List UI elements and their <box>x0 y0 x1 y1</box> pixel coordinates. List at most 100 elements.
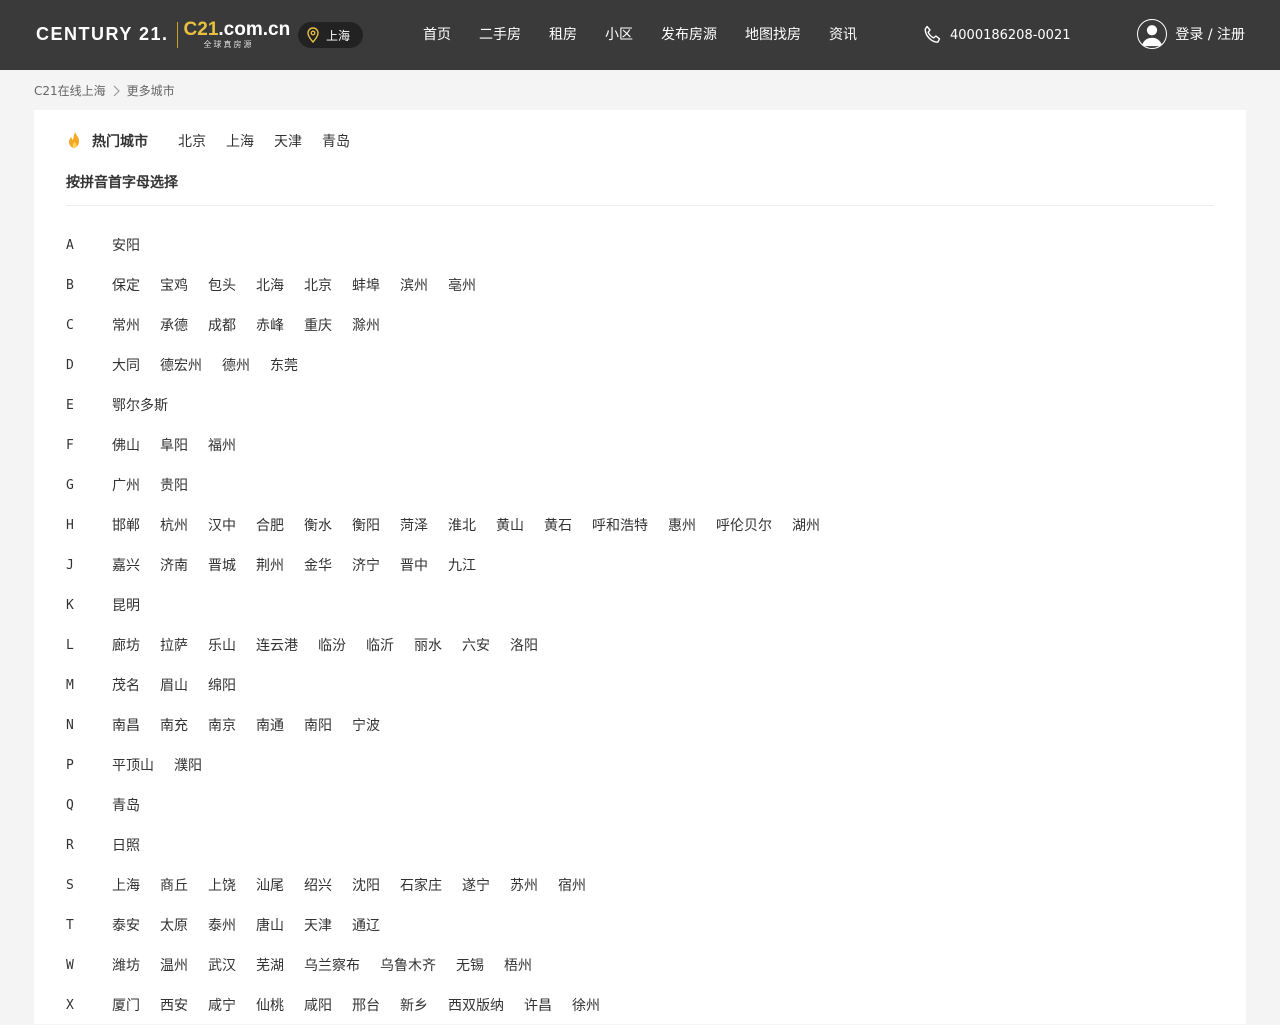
city-link[interactable]: 北京 <box>304 275 332 295</box>
city-link[interactable]: 宁波 <box>352 715 380 735</box>
city-link[interactable]: 南通 <box>256 715 284 735</box>
hot-city-link[interactable]: 北京 <box>178 131 206 151</box>
city-link[interactable]: 太原 <box>160 915 188 935</box>
city-link[interactable]: 西安 <box>160 995 188 1015</box>
nav-item[interactable]: 资讯 <box>815 0 871 70</box>
city-link[interactable]: 咸阳 <box>304 995 332 1015</box>
city-link[interactable]: 日照 <box>112 835 140 855</box>
city-link[interactable]: 亳州 <box>448 275 476 295</box>
city-link[interactable]: 青岛 <box>112 795 140 815</box>
city-link[interactable]: 邢台 <box>352 995 380 1015</box>
city-link[interactable]: 保定 <box>112 275 140 295</box>
city-link[interactable]: 芜湖 <box>256 955 284 975</box>
city-link[interactable]: 蚌埠 <box>352 275 380 295</box>
city-link[interactable]: 茂名 <box>112 675 140 695</box>
city-link[interactable]: 成都 <box>208 315 236 335</box>
city-link[interactable]: 汉中 <box>208 515 236 535</box>
city-link[interactable]: 廊坊 <box>112 635 140 655</box>
city-link[interactable]: 宝鸡 <box>160 275 188 295</box>
city-link[interactable]: 拉萨 <box>160 635 188 655</box>
city-link[interactable]: 赤峰 <box>256 315 284 335</box>
city-link[interactable]: 仙桃 <box>256 995 284 1015</box>
breadcrumb-home-link[interactable]: C21在线上海 <box>34 82 106 99</box>
city-link[interactable]: 黄石 <box>544 515 572 535</box>
city-link[interactable]: 连云港 <box>256 635 298 655</box>
city-link[interactable]: 宿州 <box>558 875 586 895</box>
city-link[interactable]: 济宁 <box>352 555 380 575</box>
city-link[interactable]: 济南 <box>160 555 188 575</box>
city-link[interactable]: 惠州 <box>668 515 696 535</box>
city-link[interactable]: 阜阳 <box>160 435 188 455</box>
city-link[interactable]: 无锡 <box>456 955 484 975</box>
city-link[interactable]: 武汉 <box>208 955 236 975</box>
city-link[interactable]: 衡阳 <box>352 515 380 535</box>
city-link[interactable]: 乐山 <box>208 635 236 655</box>
city-link[interactable]: 临汾 <box>318 635 346 655</box>
city-link[interactable]: 晋城 <box>208 555 236 575</box>
city-link[interactable]: 荆州 <box>256 555 284 575</box>
city-link[interactable]: 杭州 <box>160 515 188 535</box>
city-link[interactable]: 菏泽 <box>400 515 428 535</box>
city-link[interactable]: 商丘 <box>160 875 188 895</box>
city-link[interactable]: 昆明 <box>112 595 140 615</box>
city-link[interactable]: 南昌 <box>112 715 140 735</box>
city-link[interactable]: 湖州 <box>792 515 820 535</box>
city-link[interactable]: 黄山 <box>496 515 524 535</box>
city-link[interactable]: 遂宁 <box>462 875 490 895</box>
city-link[interactable]: 唐山 <box>256 915 284 935</box>
city-link[interactable]: 淮北 <box>448 515 476 535</box>
city-link[interactable]: 广州 <box>112 475 140 495</box>
city-link[interactable]: 乌兰察布 <box>304 955 360 975</box>
city-link[interactable]: 上饶 <box>208 875 236 895</box>
city-link[interactable]: 绵阳 <box>208 675 236 695</box>
city-link[interactable]: 濮阳 <box>174 755 202 775</box>
city-link[interactable]: 滁州 <box>352 315 380 335</box>
nav-item[interactable]: 地图找房 <box>731 0 815 70</box>
city-link[interactable]: 合肥 <box>256 515 284 535</box>
city-link[interactable]: 衡水 <box>304 515 332 535</box>
city-link[interactable]: 天津 <box>304 915 332 935</box>
city-link[interactable]: 晋中 <box>400 555 428 575</box>
city-link[interactable]: 南充 <box>160 715 188 735</box>
city-link[interactable]: 西双版纳 <box>448 995 504 1015</box>
nav-item[interactable]: 小区 <box>591 0 647 70</box>
nav-item[interactable]: 租房 <box>535 0 591 70</box>
city-link[interactable]: 洛阳 <box>510 635 538 655</box>
city-link[interactable]: 梧州 <box>504 955 532 975</box>
city-link[interactable]: 邯郸 <box>112 515 140 535</box>
city-link[interactable]: 上海 <box>112 875 140 895</box>
city-link[interactable]: 泰州 <box>208 915 236 935</box>
city-link[interactable]: 金华 <box>304 555 332 575</box>
city-link[interactable]: 眉山 <box>160 675 188 695</box>
city-link[interactable]: 呼和浩特 <box>592 515 648 535</box>
city-link[interactable]: 乌鲁木齐 <box>380 955 436 975</box>
city-link[interactable]: 通辽 <box>352 915 380 935</box>
nav-item[interactable]: 首页 <box>409 0 465 70</box>
hot-city-link[interactable]: 天津 <box>274 131 302 151</box>
city-link[interactable]: 承德 <box>160 315 188 335</box>
site-logo[interactable]: CENTURY 21. C21.com.cn 全球真房源 <box>36 20 290 49</box>
city-link[interactable]: 滨州 <box>400 275 428 295</box>
city-link[interactable]: 常州 <box>112 315 140 335</box>
nav-item[interactable]: 发布房源 <box>647 0 731 70</box>
city-link[interactable]: 北海 <box>256 275 284 295</box>
city-link[interactable]: 临沂 <box>366 635 394 655</box>
city-link[interactable]: 绍兴 <box>304 875 332 895</box>
city-link[interactable]: 许昌 <box>524 995 552 1015</box>
city-link[interactable]: 佛山 <box>112 435 140 455</box>
city-link[interactable]: 德宏州 <box>160 355 202 375</box>
city-link[interactable]: 苏州 <box>510 875 538 895</box>
city-link[interactable]: 东莞 <box>270 355 298 375</box>
city-link[interactable]: 六安 <box>462 635 490 655</box>
nav-item[interactable]: 二手房 <box>465 0 535 70</box>
city-link[interactable]: 重庆 <box>304 315 332 335</box>
city-link[interactable]: 丽水 <box>414 635 442 655</box>
hot-city-link[interactable]: 青岛 <box>322 131 350 151</box>
city-switcher[interactable]: 上海 <box>298 22 363 48</box>
city-link[interactable]: 石家庄 <box>400 875 442 895</box>
city-link[interactable]: 九江 <box>448 555 476 575</box>
city-link[interactable]: 平顶山 <box>112 755 154 775</box>
city-link[interactable]: 嘉兴 <box>112 555 140 575</box>
city-link[interactable]: 安阳 <box>112 235 140 255</box>
city-link[interactable]: 呼伦贝尔 <box>716 515 772 535</box>
